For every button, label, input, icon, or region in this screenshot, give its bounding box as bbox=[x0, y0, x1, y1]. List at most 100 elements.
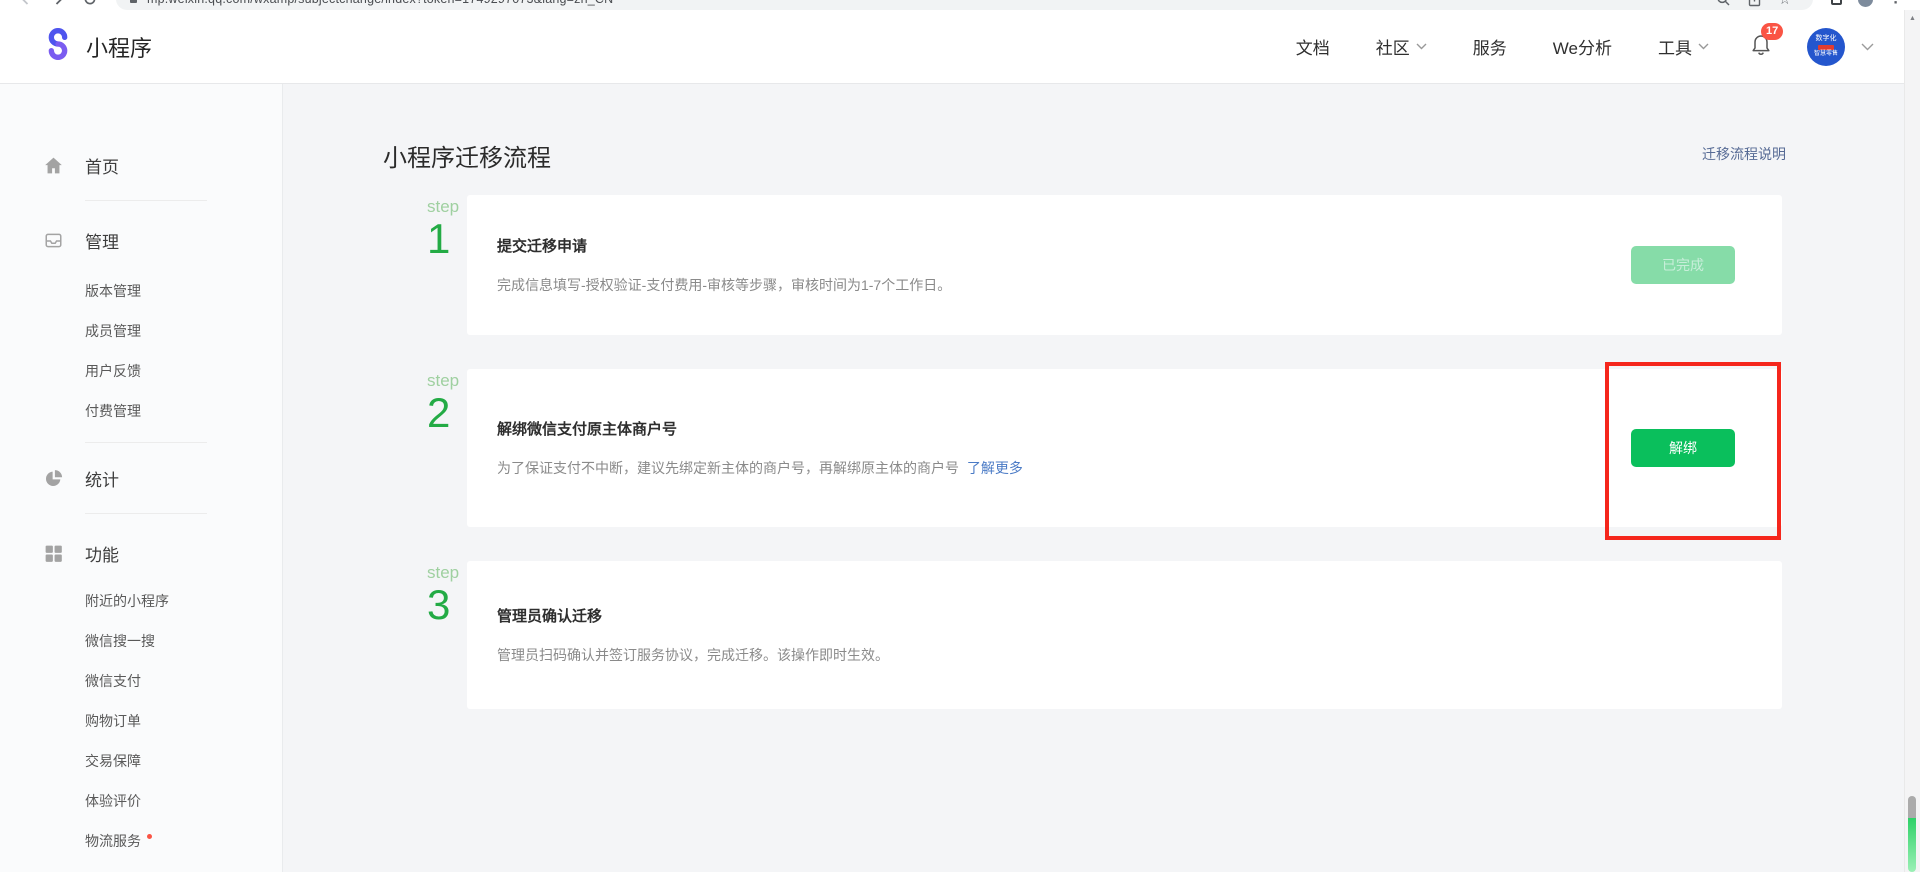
sidebar-item-wechat-pay[interactable]: 微信支付 bbox=[85, 672, 282, 690]
page: mp.weixin.qq.com/wxamp/subjectchange/ind… bbox=[0, 0, 1920, 872]
url-text: mp.weixin.qq.com/wxamp/subjectchange/ind… bbox=[147, 0, 613, 6]
top-nav: 文档 社区 服务 We分析 工具 bbox=[1296, 34, 1709, 59]
nav-item-community[interactable]: 社区 bbox=[1376, 34, 1427, 59]
sidebar-item-wechat-search[interactable]: 微信搜一搜 bbox=[85, 632, 282, 650]
step-row-2: step 2 解绑微信支付原主体商户号 为了保证支付不中断，建议先绑定新主体的商… bbox=[427, 369, 1782, 527]
nav-label: 文档 bbox=[1296, 34, 1330, 59]
browser-controls: mp.weixin.qq.com/wxamp/subjectchange/ind… bbox=[0, 0, 1920, 10]
sidebar-label: 管理 bbox=[85, 228, 119, 253]
sidebar-label: 统计 bbox=[85, 466, 119, 491]
bookmark-star-icon[interactable]: ☆ bbox=[1778, 0, 1791, 8]
sidebar-sublabel: 微信搜一搜 bbox=[85, 631, 155, 651]
sidebar-divider bbox=[85, 442, 207, 443]
step-card-2: 解绑微信支付原主体商户号 为了保证支付不中断，建议先绑定新主体的商户号，再解绑原… bbox=[467, 369, 1782, 527]
sidebar-sublabel: 购物订单 bbox=[85, 711, 141, 731]
sidebar-item-logistics-service[interactable]: 物流服务 bbox=[85, 832, 282, 850]
share-icon[interactable] bbox=[1747, 0, 1762, 7]
sidebar-divider bbox=[85, 200, 207, 201]
chrome-profile-icon[interactable] bbox=[1858, 0, 1873, 7]
sidebar-item-paid-manage[interactable]: 付费管理 bbox=[85, 402, 282, 420]
logo-text: 小程序 bbox=[86, 31, 152, 63]
grid-icon bbox=[43, 543, 64, 564]
sidebar-sublist-manage: 版本管理 成员管理 用户反馈 付费管理 bbox=[0, 282, 282, 420]
unbind-button[interactable]: 解绑 bbox=[1631, 429, 1735, 467]
nav-item-we-analytics[interactable]: We分析 bbox=[1553, 34, 1612, 59]
app-header: 小程序 文档 社区 服务 We分析 工具 bbox=[0, 10, 1920, 84]
step-word: step bbox=[427, 198, 467, 215]
step-title: 提交迁移申请 bbox=[497, 235, 1782, 256]
sidebar-sublist-features: 附近的小程序 微信搜一搜 微信支付 购物订单 交易保障 体验评价 物流服务 bbox=[0, 592, 282, 850]
chevron-down-icon bbox=[1416, 43, 1427, 50]
migration-steps: step 1 提交迁移申请 完成信息填写-授权验证-支付费用-审核等步骤，审核时… bbox=[383, 195, 1782, 709]
nav-label: We分析 bbox=[1553, 34, 1612, 59]
avatar-red-chip bbox=[1818, 45, 1834, 50]
sidebar-sublabel: 成员管理 bbox=[85, 321, 141, 341]
sidebar-sublabel: 付费管理 bbox=[85, 401, 141, 421]
step-indicator-1: step 1 bbox=[427, 195, 467, 335]
page-title: 小程序迁移流程 bbox=[383, 138, 1782, 173]
sidebar-sublabel: 附近的小程序 bbox=[85, 591, 169, 611]
overflow-menu-icon[interactable]: ⋮ bbox=[1889, 0, 1902, 7]
sidebar-item-version-manage[interactable]: 版本管理 bbox=[85, 282, 282, 300]
sidebar-sublabel: 微信支付 bbox=[85, 671, 141, 691]
scrollbar-thumb[interactable] bbox=[1908, 796, 1916, 818]
sidebar-label: 功能 bbox=[85, 541, 119, 566]
forward-icon[interactable] bbox=[50, 0, 66, 7]
step-description: 完成信息填写-授权验证-支付费用-审核等步骤，审核时间为1-7个工作日。 bbox=[497, 275, 1782, 295]
home-icon bbox=[43, 155, 64, 176]
account-avatar[interactable]: 数字化 智慧零售 bbox=[1807, 28, 1845, 66]
main-content: 小程序迁移流程 迁移流程说明 step 1 提交迁移申请 完成信息填写-授权验证… bbox=[283, 84, 1920, 872]
step-card-1: 提交迁移申请 完成信息填写-授权验证-支付费用-审核等步骤，审核时间为1-7个工… bbox=[467, 195, 1782, 335]
sidebar: 首页 管理 版本管理 成员管理 用户反馈 付费管理 统计 功能 bbox=[0, 84, 283, 872]
sidebar-item-user-feedback[interactable]: 用户反馈 bbox=[85, 362, 282, 380]
step-row-1: step 1 提交迁移申请 完成信息填写-授权验证-支付费用-审核等步骤，审核时… bbox=[427, 195, 1782, 335]
sidebar-item-manage[interactable]: 管理 bbox=[0, 227, 282, 253]
step-row-3: step 3 管理员确认迁移 管理员扫码确认并签订服务协议，完成迁移。该操作即时… bbox=[427, 561, 1782, 709]
notifications-button[interactable]: 17 bbox=[1749, 32, 1773, 61]
nav-label: 服务 bbox=[1473, 34, 1507, 59]
reload-icon[interactable] bbox=[82, 0, 98, 7]
account-menu-chevron[interactable] bbox=[1861, 38, 1874, 56]
pie-chart-icon bbox=[43, 468, 64, 489]
sidebar-item-home[interactable]: 首页 bbox=[0, 152, 282, 178]
learn-more-link[interactable]: 了解更多 bbox=[967, 460, 1023, 476]
nav-item-docs[interactable]: 文档 bbox=[1296, 34, 1330, 59]
inbox-icon bbox=[43, 230, 64, 251]
body: 首页 管理 版本管理 成员管理 用户反馈 付费管理 统计 功能 bbox=[0, 84, 1920, 872]
sidebar-item-member-manage[interactable]: 成员管理 bbox=[85, 322, 282, 340]
sidebar-item-shopping-orders[interactable]: 购物订单 bbox=[85, 712, 282, 730]
step-word: step bbox=[427, 372, 467, 389]
logo[interactable]: 小程序 bbox=[42, 28, 152, 65]
browser-bar: mp.weixin.qq.com/wxamp/subjectchange/ind… bbox=[0, 0, 1920, 10]
new-feature-dot bbox=[147, 834, 152, 839]
sidebar-item-experience-rating[interactable]: 体验评价 bbox=[85, 792, 282, 810]
browser-address-bar[interactable]: mp.weixin.qq.com/wxamp/subjectchange/ind… bbox=[116, 0, 1813, 10]
scroll-up-arrow-icon[interactable]: ▲ bbox=[1905, 10, 1920, 22]
sidebar-item-nearby-miniprogram[interactable]: 附近的小程序 bbox=[85, 592, 282, 610]
sidebar-label: 首页 bbox=[85, 153, 119, 178]
extension-square-icon[interactable] bbox=[1831, 0, 1842, 5]
step-title: 解绑微信支付原主体商户号 bbox=[497, 418, 1782, 439]
avatar-text-top: 数字化 bbox=[1816, 35, 1837, 43]
back-icon bbox=[18, 0, 34, 7]
step-indicator-2: step 2 bbox=[427, 369, 467, 527]
chevron-down-icon bbox=[1861, 43, 1874, 51]
step-indicator-3: step 3 bbox=[427, 561, 467, 709]
step-word: step bbox=[427, 564, 467, 581]
step-description-text: 为了保证支付不中断，建议先绑定新主体的商户号，再解绑原主体的商户号 bbox=[497, 460, 959, 476]
completed-button: 已完成 bbox=[1631, 246, 1735, 284]
migration-help-link[interactable]: 迁移流程说明 bbox=[1702, 144, 1786, 164]
sidebar-item-features[interactable]: 功能 bbox=[0, 540, 282, 566]
sidebar-item-transaction-guarantee[interactable]: 交易保障 bbox=[85, 752, 282, 770]
search-icon[interactable] bbox=[1716, 0, 1731, 7]
scrollbar-green-indicator bbox=[1908, 818, 1916, 872]
nav-item-tools[interactable]: 工具 bbox=[1658, 34, 1709, 59]
sidebar-sublabel: 物流服务 bbox=[85, 831, 141, 851]
sidebar-item-statistics[interactable]: 统计 bbox=[0, 465, 282, 491]
nav-label: 工具 bbox=[1658, 34, 1692, 59]
step-description: 管理员扫码确认并签订服务协议，完成迁移。该操作即时生效。 bbox=[497, 645, 1782, 665]
step-card-3: 管理员确认迁移 管理员扫码确认并签订服务协议，完成迁移。该操作即时生效。 bbox=[467, 561, 1782, 709]
page-scrollbar[interactable]: ▲ bbox=[1904, 10, 1920, 872]
nav-item-services[interactable]: 服务 bbox=[1473, 34, 1507, 59]
avatar-text-bottom: 智慧零售 bbox=[1814, 51, 1838, 58]
